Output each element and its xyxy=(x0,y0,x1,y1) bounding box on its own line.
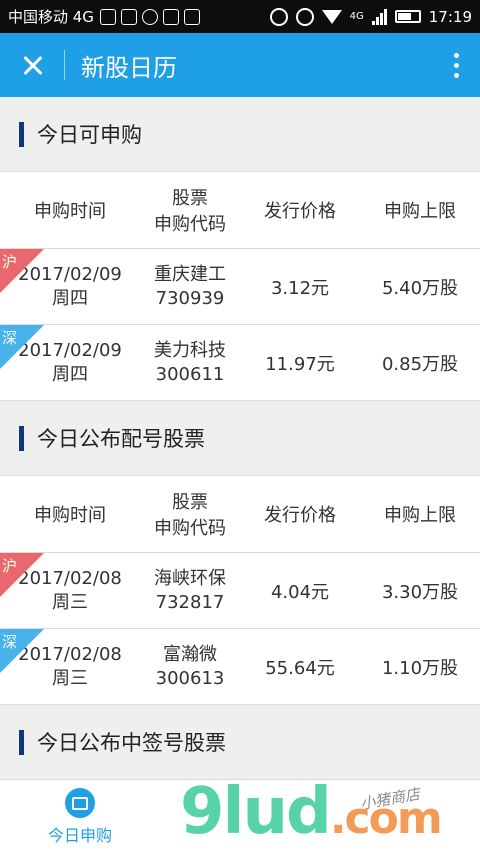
app-notification-icon xyxy=(162,8,179,25)
issue-price: 4.04元 xyxy=(270,581,330,603)
stock-info: 海峡环保 732817 xyxy=(140,567,240,615)
column-header-price: 发行价格 xyxy=(264,201,336,222)
app-notification-icon xyxy=(120,8,137,25)
subscribe-limit: 5.40万股 xyxy=(381,277,459,299)
page-title: 新股日历 xyxy=(81,53,177,82)
column-header-code-line2: 申购代码 xyxy=(154,518,226,539)
calendar-icon xyxy=(65,787,95,818)
notification-icons xyxy=(99,8,200,25)
status-bar: 中国移动 4G 4G 17:19 xyxy=(0,0,480,33)
section-header: 今日可申购 xyxy=(0,97,480,172)
stock-name: 美力科技 xyxy=(154,339,226,361)
section-marker xyxy=(19,121,24,147)
subscribe-limit: 3.30万股 xyxy=(381,581,459,603)
stock-name: 海峡环保 xyxy=(154,567,226,589)
more-menu-icon[interactable] xyxy=(432,33,480,97)
wifi-icon xyxy=(321,9,342,24)
exchange-tag-label: 深 xyxy=(2,633,18,651)
table-row[interactable]: 沪 2017/02/09 周四 重庆建工 730939 3.12元 5.40万股 xyxy=(0,249,480,325)
stock-info: 重庆建工 730939 xyxy=(140,263,240,311)
column-header-code-line1: 股票 xyxy=(172,492,208,513)
stock-info: 美力科技 300611 xyxy=(140,339,240,387)
section-header: 今日公布中签号股票 xyxy=(0,705,480,780)
alarm-icon xyxy=(295,7,314,26)
issue-price: 3.12元 xyxy=(270,277,330,299)
network-type-label: 4G xyxy=(349,11,364,22)
table-row[interactable]: 沪 2017/02/08 周三 海峡环保 732817 4.04元 3.30万股 xyxy=(0,553,480,629)
tab-today-subscribe[interactable]: 今日申购 xyxy=(0,780,160,853)
subscribe-limit: 1.10万股 xyxy=(381,657,459,679)
signal-icon xyxy=(371,8,387,25)
watermark-text: 9lud xyxy=(180,775,332,849)
issue-price: 11.97元 xyxy=(265,353,335,375)
close-icon[interactable] xyxy=(0,33,64,97)
table-row[interactable]: 深 2017/02/09 周四 美力科技 300611 11.97元 0.85万… xyxy=(0,325,480,401)
column-header-price: 发行价格 xyxy=(264,505,336,526)
exchange-tag-label: 沪 xyxy=(2,557,18,575)
section-title: 今日公布配号股票 xyxy=(37,427,205,451)
column-header-code: 股票 申购代码 xyxy=(140,184,240,236)
stock-code: 300611 xyxy=(155,363,225,385)
stock-code: 300613 xyxy=(155,667,225,689)
sync-icon xyxy=(141,8,158,25)
column-header-code-line1: 股票 xyxy=(172,188,208,209)
appbar-divider xyxy=(64,50,65,80)
battery-icon xyxy=(394,10,421,23)
app-bar: 新股日历 xyxy=(0,33,480,97)
stock-name: 重庆建工 xyxy=(154,263,226,285)
section-header: 今日公布配号股票 xyxy=(0,401,480,476)
exchange-tag-label: 沪 xyxy=(2,253,18,271)
vibrate-icon xyxy=(269,7,288,26)
section-title: 今日公布中签号股票 xyxy=(37,731,226,755)
carrier-label: 中国移动 4G xyxy=(8,8,94,26)
table-header: 申购时间 股票 申购代码 发行价格 申购上限 xyxy=(0,476,480,553)
app-notification-icon xyxy=(99,8,116,25)
column-header-date: 申购时间 xyxy=(34,201,106,222)
section-title: 今日可申购 xyxy=(37,123,142,147)
stock-info: 富瀚微 300613 xyxy=(140,643,240,691)
stock-name: 富瀚微 xyxy=(163,643,217,665)
table-header: 申购时间 股票 申购代码 发行价格 申购上限 xyxy=(0,172,480,249)
section-marker xyxy=(19,425,24,451)
stock-code: 730939 xyxy=(155,287,225,309)
stock-code: 732817 xyxy=(155,591,225,613)
ipo-calendar-list: 今日可申购 申购时间 股票 申购代码 发行价格 申购上限 沪 2017/02/0… xyxy=(0,97,480,780)
column-header-code-line2: 申购代码 xyxy=(154,214,226,235)
column-header-code: 股票 申购代码 xyxy=(140,488,240,540)
exchange-tag-label: 深 xyxy=(2,329,18,347)
issue-price: 55.64元 xyxy=(265,657,335,679)
subscribe-limit: 0.85万股 xyxy=(381,353,459,375)
column-header-limit: 申购上限 xyxy=(384,505,456,526)
tab-label: 今日申购 xyxy=(47,825,112,845)
usb-icon xyxy=(183,8,200,25)
column-header-date: 申购时间 xyxy=(34,505,106,526)
table-row[interactable]: 深 2017/02/08 周三 富瀚微 300613 55.64元 1.10万股 xyxy=(0,629,480,705)
column-header-limit: 申购上限 xyxy=(384,201,456,222)
clock: 17:19 xyxy=(428,7,472,26)
section-marker xyxy=(19,729,24,755)
